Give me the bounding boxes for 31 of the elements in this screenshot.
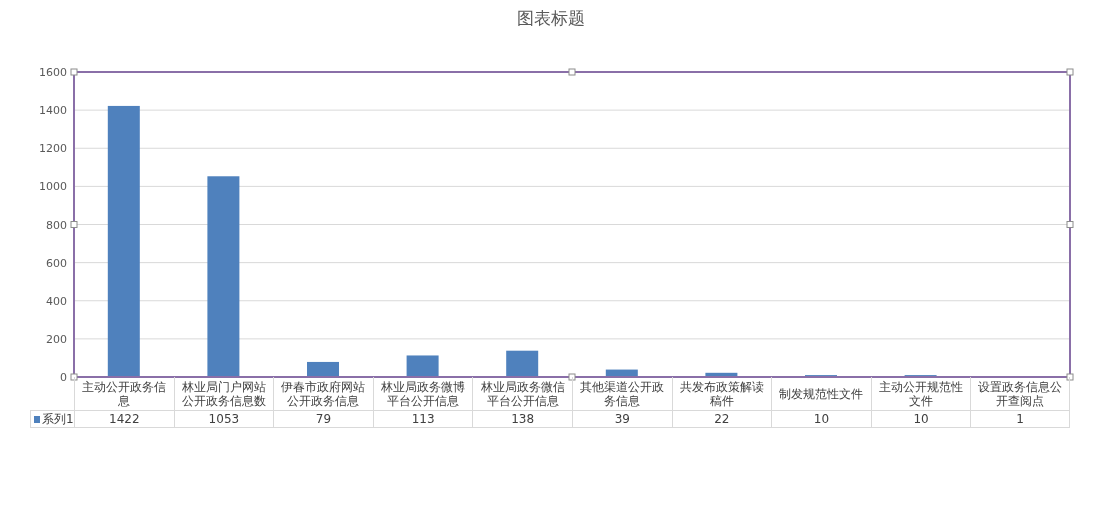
axis-tick-label: 0	[60, 371, 67, 384]
table-cell: 1053	[173, 410, 274, 428]
category-label: 其他渠道公开政务信息	[571, 377, 672, 410]
category-label: 林业局政务微信平台公开信息	[472, 377, 572, 410]
category-label: 制发规范性文件	[771, 377, 871, 410]
axis-tick-label: 400	[46, 294, 67, 308]
axis-tick-label: 600	[46, 256, 67, 270]
axis-tick-label: 1600	[39, 66, 67, 79]
table-cell: 1422	[74, 410, 174, 428]
series-label: 系列1	[42, 410, 74, 428]
category-label: 共发布政策解读稿件	[671, 377, 772, 410]
category-label: 林业局政务微博平台公开信息	[372, 377, 473, 410]
category-label: 设置政务信息公开查阅点	[970, 377, 1069, 410]
table-cell: 22	[671, 410, 772, 428]
table-cell: 10	[870, 410, 971, 428]
table-cell: 39	[571, 410, 672, 428]
axis-tick-label: 1400	[39, 104, 67, 118]
table-cell: 1	[970, 410, 1069, 428]
category-label: 主动公开政务信息	[74, 377, 174, 410]
axis-tick-label: 800	[46, 218, 67, 232]
category-label: 主动公开规范性文件	[870, 377, 971, 410]
axis-tick-label: 1000	[39, 180, 67, 194]
axis-tick-label: 1200	[39, 142, 67, 156]
table-cell: 113	[372, 410, 473, 428]
axis-tick-label: 200	[46, 332, 67, 346]
category-label: 伊春市政府网站公开政务信息	[273, 377, 373, 410]
table-cell: 10	[771, 410, 871, 428]
table-cell: 79	[273, 410, 373, 428]
chart-title: 图表标题	[517, 7, 585, 30]
category-label: 林业局门户网站公开政务信息数	[173, 377, 274, 410]
table-cell: 138	[472, 410, 572, 428]
